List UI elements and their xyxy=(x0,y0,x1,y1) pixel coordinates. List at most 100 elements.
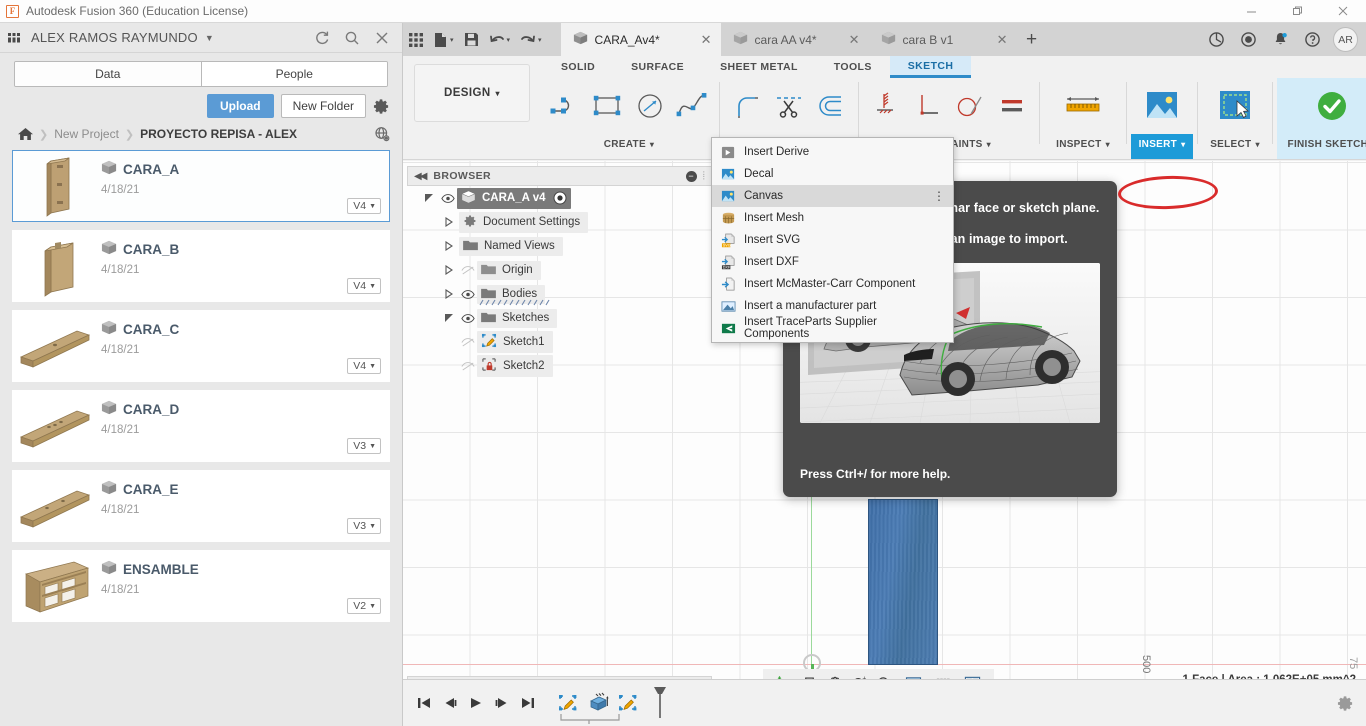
arc-icon[interactable] xyxy=(545,80,587,132)
version-badge[interactable]: V4 ▼ xyxy=(347,358,381,374)
menu-item-insert-dxf[interactable]: DXF Insert DXF xyxy=(712,251,953,273)
redo-icon[interactable]: ▾ xyxy=(515,23,547,56)
tree-row-named-views[interactable]: Named Views xyxy=(407,234,712,258)
visibility-eye-icon[interactable] xyxy=(439,193,457,204)
tree-node-sketch1[interactable]: Sketch1 xyxy=(477,331,553,353)
file-card-cara-b[interactable]: CARA_B 4/18/21 V4 ▼ xyxy=(12,230,390,302)
go-to-beginning-icon[interactable] xyxy=(411,688,437,718)
version-badge[interactable]: V2 ▼ xyxy=(347,598,381,614)
menu-item-options-icon[interactable]: ⋮ xyxy=(933,192,945,200)
equal-icon[interactable] xyxy=(991,80,1033,132)
close-icon[interactable]: ✕ xyxy=(839,32,860,48)
rectangle-icon[interactable] xyxy=(587,80,629,132)
close-panel-icon[interactable] xyxy=(368,25,396,51)
tab-people[interactable]: People xyxy=(201,62,388,86)
bell-icon[interactable] xyxy=(1264,23,1296,56)
insert-image-icon[interactable] xyxy=(1136,80,1188,132)
visibility-eye-icon[interactable] xyxy=(459,289,477,300)
globe-icon[interactable] xyxy=(374,126,390,142)
menu-item-insert-mcmaster-carr[interactable]: Insert McMaster-Carr Component xyxy=(712,273,953,295)
tree-node-sketch2[interactable]: Sketch2 xyxy=(477,355,553,377)
visibility-hidden-icon[interactable] xyxy=(459,337,477,348)
new-folder-button[interactable]: New Folder xyxy=(281,94,366,118)
home-icon[interactable] xyxy=(18,127,33,141)
expander-collapsed-icon[interactable] xyxy=(439,241,459,251)
ribbon-group-label-insert[interactable]: INSERT ▾ xyxy=(1131,134,1193,154)
search-icon[interactable] xyxy=(338,25,366,51)
doc-tab-cara-b[interactable]: cara B v1 ✕ xyxy=(869,23,1017,56)
menu-item-insert-traceparts[interactable]: Insert TraceParts Supplier Components xyxy=(712,317,953,339)
tree-row-bodies[interactable]: Bodies xyxy=(407,282,712,306)
maximize-button[interactable] xyxy=(1274,0,1320,23)
collapse-left-icon[interactable]: ◀◀ xyxy=(414,171,425,182)
fillet-icon[interactable] xyxy=(726,80,768,132)
new-document-icon[interactable]: ▾ xyxy=(429,23,459,56)
team-dropdown-caret[interactable]: ▼ xyxy=(205,33,214,43)
workspace-switcher-design[interactable]: DESIGN ▾ xyxy=(414,64,530,122)
menu-item-insert-manufacturer-part[interactable]: Insert a manufacturer part xyxy=(712,295,953,317)
file-card-cara-a[interactable]: CARA_A 4/18/21 V4 ▼ xyxy=(12,150,390,222)
visibility-hidden-icon[interactable] xyxy=(459,265,477,276)
selected-face[interactable] xyxy=(868,499,938,665)
job-status-icon[interactable] xyxy=(1200,23,1232,56)
version-badge[interactable]: V3 ▼ xyxy=(347,438,381,454)
file-card-cara-e[interactable]: CARA_E 4/18/21 V3 ▼ xyxy=(12,470,390,542)
avatar[interactable]: AR xyxy=(1333,27,1358,52)
expander-collapsed-icon[interactable] xyxy=(439,217,459,227)
tree-node-named-views[interactable]: Named Views xyxy=(459,237,563,256)
ribbon-tab-tools[interactable]: TOOLS xyxy=(816,56,890,78)
ribbon-group-finish-sketch[interactable]: FINISH SKETCH ▾ xyxy=(1277,78,1366,159)
tree-row-sketch2[interactable]: Sketch2 xyxy=(407,354,712,378)
timeline-settings-button[interactable] xyxy=(1337,695,1366,712)
ribbon-group-label-inspect[interactable]: INSPECT ▾ xyxy=(1044,134,1122,154)
version-badge[interactable]: V4 ▼ xyxy=(347,278,381,294)
spline-icon[interactable] xyxy=(671,80,713,132)
tree-node-document-settings[interactable]: Document Settings xyxy=(459,212,588,233)
expander-expanded-icon[interactable] xyxy=(419,193,439,203)
recent-clock-icon[interactable] xyxy=(1232,23,1264,56)
tangent-icon[interactable] xyxy=(949,80,991,132)
offset-icon[interactable] xyxy=(810,80,852,132)
tree-row-sketch1[interactable]: Sketch1 xyxy=(407,330,712,354)
upload-button[interactable]: Upload xyxy=(207,94,274,118)
tree-node-sketches[interactable]: Sketches xyxy=(477,309,557,328)
play-icon[interactable] xyxy=(463,688,489,718)
menu-item-decal[interactable]: Decal xyxy=(712,163,953,185)
menu-item-insert-mesh[interactable]: Insert Mesh xyxy=(712,207,953,229)
ribbon-tab-sketch[interactable]: SKETCH xyxy=(890,56,972,78)
tree-row-document-settings[interactable]: Document Settings xyxy=(407,210,712,234)
help-icon[interactable] xyxy=(1296,23,1328,56)
file-card-cara-c[interactable]: CARA_C 4/18/21 V4 ▼ xyxy=(12,310,390,382)
target-dot-icon[interactable] xyxy=(553,191,567,205)
minimize-button[interactable] xyxy=(1228,0,1274,23)
marker-handle-icon[interactable] xyxy=(647,688,673,718)
measure-icon[interactable] xyxy=(1057,80,1109,132)
save-icon[interactable] xyxy=(459,23,484,56)
expander-expanded-icon[interactable] xyxy=(439,313,459,323)
ribbon-group-label-select[interactable]: SELECT ▾ xyxy=(1202,134,1268,154)
menu-item-canvas[interactable]: Canvas ⋮ xyxy=(712,185,953,207)
perpendicular-icon[interactable] xyxy=(907,80,949,132)
version-badge[interactable]: V4 ▼ xyxy=(347,198,381,214)
close-icon[interactable]: ✕ xyxy=(987,32,1008,48)
tree-node-origin[interactable]: Origin xyxy=(477,261,541,280)
menu-item-insert-svg[interactable]: SVG Insert SVG xyxy=(712,229,953,251)
resize-grip-icon[interactable]: ⦙ xyxy=(703,170,705,183)
tree-row-sketches[interactable]: Sketches xyxy=(407,306,712,330)
file-card-ensamble[interactable]: ENSAMBLE 4/18/21 V2 ▼ xyxy=(12,550,390,622)
step-back-icon[interactable] xyxy=(437,688,463,718)
ribbon-tab-solid[interactable]: SOLID xyxy=(543,56,613,78)
tree-node-bodies[interactable]: Bodies xyxy=(477,285,545,304)
gear-icon[interactable] xyxy=(373,98,390,115)
visibility-eye-icon[interactable] xyxy=(459,313,477,324)
ribbon-tab-surface[interactable]: SURFACE xyxy=(613,56,702,78)
version-badge[interactable]: V3 ▼ xyxy=(347,518,381,534)
select-window-icon[interactable] xyxy=(1209,80,1261,132)
go-to-end-icon[interactable] xyxy=(515,688,541,718)
doc-tab-cara-a[interactable]: CARA_Av4* ✕ xyxy=(561,23,721,56)
finish-check-icon[interactable] xyxy=(1302,80,1362,132)
menu-item-insert-derive[interactable]: Insert Derive xyxy=(712,141,953,163)
circle-icon[interactable] xyxy=(629,80,671,132)
new-tab-button[interactable]: + xyxy=(1017,23,1047,56)
ribbon-group-label-finish-sketch[interactable]: FINISH SKETCH ▾ xyxy=(1277,134,1366,154)
